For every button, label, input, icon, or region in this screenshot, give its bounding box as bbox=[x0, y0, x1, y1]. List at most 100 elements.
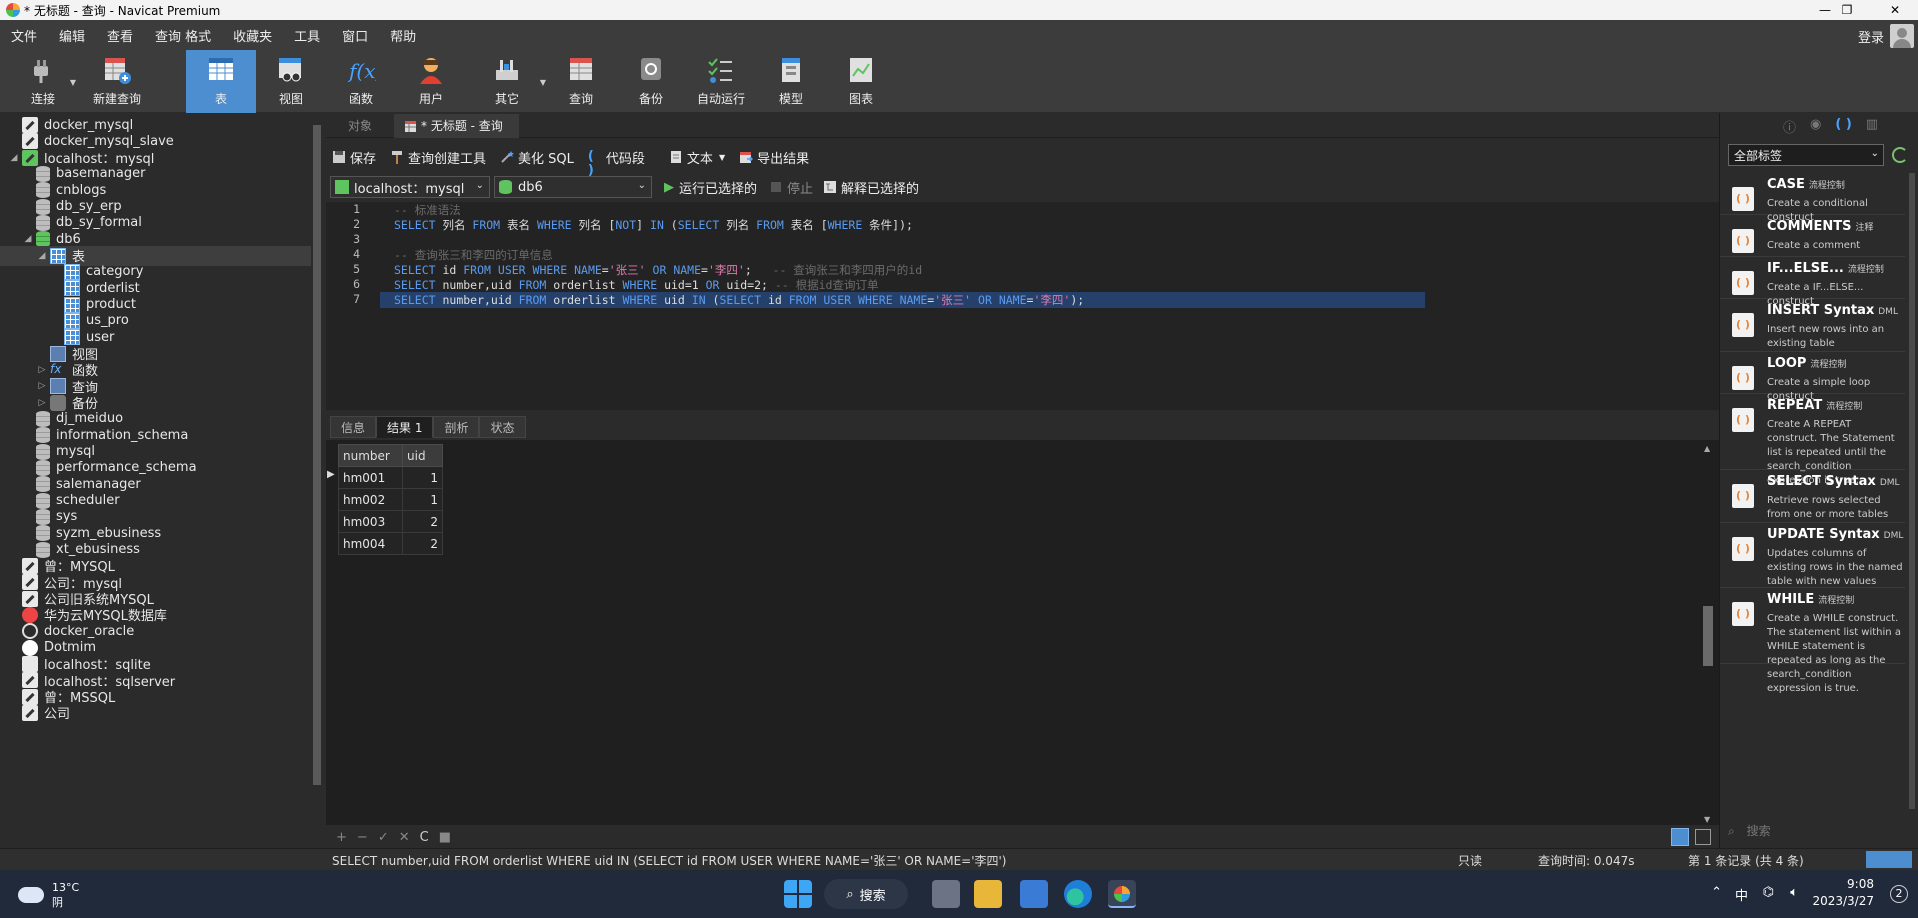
chevron-down-icon[interactable]: ▼ bbox=[719, 153, 725, 162]
toolbar-query-button[interactable]: 查询 bbox=[546, 50, 616, 113]
cell-uid[interactable]: 2 bbox=[402, 532, 443, 555]
layout-icon[interactable]: ▥ bbox=[1866, 117, 1878, 136]
menu-edit[interactable]: 编辑 bbox=[48, 26, 96, 45]
menu-query[interactable]: 查询 bbox=[144, 26, 183, 45]
table-row[interactable]: hm002 1 bbox=[338, 488, 443, 511]
menu-help[interactable]: 帮助 bbox=[379, 26, 427, 45]
windows-start-icon[interactable] bbox=[784, 880, 812, 908]
toolbar-connect-button[interactable]: 连接 ▼ bbox=[8, 50, 78, 113]
tab-objects[interactable]: 对象 bbox=[326, 114, 394, 138]
tab-status[interactable]: 状态 bbox=[479, 416, 526, 438]
cell-number[interactable]: hm002 bbox=[338, 488, 403, 511]
tree-scrollbar[interactable] bbox=[311, 113, 323, 848]
collapsed-arrow-icon[interactable]: ▷ bbox=[36, 381, 48, 391]
expanded-arrow-icon[interactable]: ◢ bbox=[22, 234, 34, 244]
snippet-item[interactable]: ( ) LOOP 流程控制 Create a simple loop construc… bbox=[1720, 352, 1905, 402]
snippet-item[interactable]: ( ) SELECT Syntax DML Retrieve rows selecte… bbox=[1720, 470, 1905, 523]
menu-file[interactable]: 文件 bbox=[0, 26, 48, 45]
toolbar-view-button[interactable]: 视图 bbox=[256, 50, 326, 113]
snippet-item[interactable]: ( ) UPDATE Syntax DML Updates columns of ex… bbox=[1720, 523, 1905, 588]
cell-uid[interactable]: 1 bbox=[402, 466, 443, 489]
menu-view[interactable]: 查看 bbox=[96, 26, 144, 45]
stop-button[interactable]: 停止 bbox=[771, 178, 813, 197]
notification-badge[interactable]: 2 bbox=[1890, 885, 1908, 903]
result-scrollbar[interactable]: ▲ ▼ bbox=[1701, 444, 1715, 824]
cell-uid[interactable]: 2 bbox=[402, 510, 443, 533]
menu-window[interactable]: 窗口 bbox=[331, 26, 379, 45]
snippet-item[interactable]: ( ) CASE 流程控制 Create a conditional construc… bbox=[1720, 173, 1905, 223]
tab-info[interactable]: 信息 bbox=[330, 416, 377, 438]
toolbar-other-button[interactable]: 其它 ▼ bbox=[472, 50, 546, 113]
column-header-number[interactable]: number bbox=[338, 444, 403, 467]
toolbar-user-button[interactable]: 用户 bbox=[396, 50, 466, 113]
menu-tools[interactable]: 工具 bbox=[283, 26, 331, 45]
refresh-icon[interactable] bbox=[1892, 147, 1908, 163]
query-builder-button[interactable]: 查询创建工具 bbox=[390, 148, 486, 167]
expanded-arrow-icon[interactable]: ◢ bbox=[36, 251, 48, 261]
add-record-button[interactable]: + bbox=[336, 830, 347, 845]
taskbar-search-button[interactable]: ⌕ 搜索 bbox=[824, 879, 908, 909]
snippet-item[interactable]: ( ) INSERT Syntax DML Insert new rows into … bbox=[1720, 299, 1905, 352]
collapsed-arrow-icon[interactable]: ▷ bbox=[36, 398, 48, 408]
snippets-scrollbar[interactable] bbox=[1908, 173, 1916, 818]
toolbar-new-query-button[interactable]: 新建查询 bbox=[82, 50, 152, 113]
scroll-down-arrow-icon[interactable]: ▼ bbox=[1704, 815, 1710, 824]
stop-refresh-button[interactable]: ■ bbox=[439, 830, 451, 845]
cell-number[interactable]: hm001 bbox=[338, 466, 403, 489]
collapsed-arrow-icon[interactable]: ▷ bbox=[36, 365, 48, 375]
run-selected-button[interactable]: ▶ 运行已选择的 bbox=[664, 178, 757, 197]
toolbar-chart-button[interactable]: 图表 bbox=[826, 50, 896, 113]
grid-view-icon[interactable] bbox=[1671, 828, 1689, 846]
delete-record-button[interactable]: − bbox=[357, 830, 368, 845]
export-results-button[interactable]: 导出结果 bbox=[739, 148, 809, 167]
menu-favorites[interactable]: 收藏夹 bbox=[222, 26, 283, 45]
cell-uid[interactable]: 1 bbox=[402, 488, 443, 511]
cell-number[interactable]: hm004 bbox=[338, 532, 403, 555]
form-view-icon[interactable] bbox=[1695, 829, 1711, 845]
toolbar-automation-button[interactable]: 自动运行 bbox=[686, 50, 756, 113]
toolbar-model-button[interactable]: 模型 bbox=[756, 50, 826, 113]
task-view-icon[interactable] bbox=[932, 880, 960, 908]
tab-untitled-query[interactable]: * 无标题 - 查询 bbox=[394, 114, 519, 138]
text-button[interactable]: 文本 ▼ bbox=[669, 148, 725, 167]
discard-changes-button[interactable]: ✕ bbox=[399, 830, 410, 845]
menu-format[interactable]: 格式 bbox=[183, 26, 222, 45]
edge-browser-icon[interactable] bbox=[1064, 880, 1092, 908]
tree-scrollbar-thumb[interactable] bbox=[313, 125, 321, 785]
panel-toggle-icon[interactable] bbox=[1866, 851, 1912, 868]
sql-editor[interactable]: 1 2 3 4 5 6 7 -- 标准语法 SELECT 列名 FROM 表名 … bbox=[326, 202, 1719, 410]
apply-changes-button[interactable]: ✓ bbox=[378, 830, 389, 845]
column-header-uid[interactable]: uid bbox=[402, 444, 443, 467]
save-button[interactable]: 保存 bbox=[332, 148, 376, 167]
snippet-item[interactable]: ( ) REPEAT 流程控制 Create A REPEAT construct. … bbox=[1720, 394, 1905, 486]
snippet-item[interactable]: ( ) COMMENTS 注释 Create a comment bbox=[1720, 215, 1905, 257]
network-icon[interactable]: ⌬ bbox=[1763, 885, 1774, 900]
expanded-arrow-icon[interactable]: ◢ bbox=[8, 153, 20, 163]
snippet-item[interactable]: ( ) IF...ELSE... 流程控制 Create a IF...ELSE...… bbox=[1720, 257, 1905, 307]
tab-result-1[interactable]: 结果 1 bbox=[376, 416, 434, 438]
snippet-search[interactable]: ⌕ 搜索 bbox=[1728, 822, 1771, 839]
explain-selected-button[interactable]: 解释已选择的 bbox=[823, 178, 919, 197]
snippet-item[interactable]: ( ) WHILE 流程控制 Create a WHILE construct. Th… bbox=[1720, 588, 1905, 694]
dropdown-arrow-icon[interactable]: ▼ bbox=[70, 78, 76, 87]
connection-select[interactable]: localhost：mysql ⌄ bbox=[330, 176, 490, 198]
taskbar-clock[interactable]: 9:08 2023/3/27 bbox=[1812, 876, 1874, 910]
maximize-button[interactable]: ❐ bbox=[1824, 0, 1870, 20]
code-snippet-icon[interactable]: ( ) bbox=[1835, 117, 1851, 136]
volume-icon[interactable]: 🔈︎ bbox=[1790, 885, 1798, 900]
file-explorer-icon[interactable] bbox=[974, 880, 1002, 908]
refresh-button[interactable]: C bbox=[420, 830, 429, 845]
user-avatar-icon[interactable] bbox=[1890, 24, 1914, 48]
snippet-filter-select[interactable]: 全部标签 ⌄ bbox=[1728, 144, 1884, 166]
weather-widget[interactable]: 13°C 阴 bbox=[18, 880, 79, 910]
snippet-button[interactable]: ( ) 代码段 bbox=[588, 148, 645, 178]
snippets-scrollbar-thumb[interactable] bbox=[1909, 173, 1915, 809]
store-icon[interactable] bbox=[1020, 880, 1048, 908]
beautify-sql-button[interactable]: 美化 SQL bbox=[500, 148, 574, 167]
login-link[interactable]: 登录 bbox=[1858, 27, 1884, 46]
tree-item[interactable]: 公司 bbox=[8, 703, 70, 723]
cell-number[interactable]: hm003 bbox=[338, 510, 403, 533]
tab-profile[interactable]: 剖析 bbox=[433, 416, 480, 438]
close-button[interactable]: ✕ bbox=[1872, 0, 1918, 20]
table-row[interactable]: hm004 2 bbox=[338, 532, 443, 555]
